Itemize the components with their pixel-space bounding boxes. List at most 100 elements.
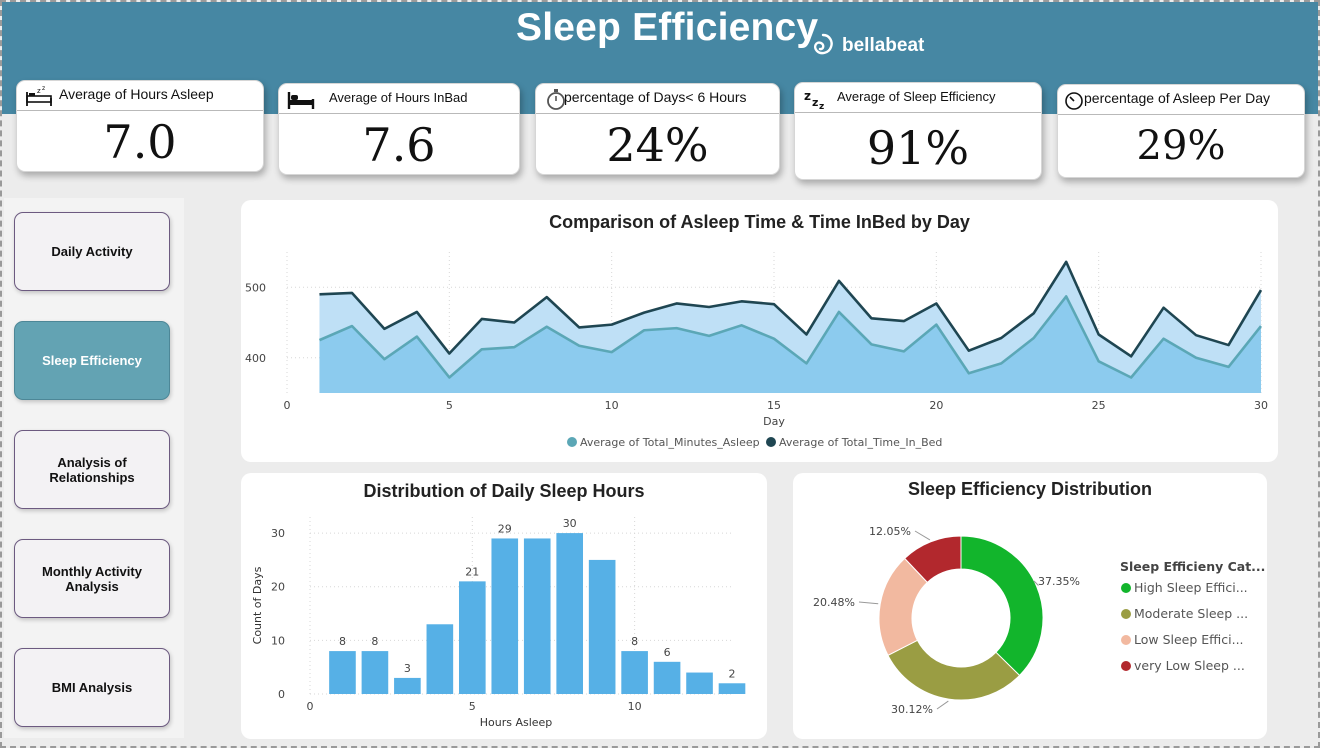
bar-data-label: 30 (563, 517, 577, 530)
bar-data-label: 3 (404, 662, 411, 675)
x-tick-label: 10 (605, 399, 619, 412)
nav-button-monthly-activity-analysis[interactable]: Monthly Activity Analysis (14, 539, 170, 618)
y-tick-label: 0 (278, 688, 285, 701)
donut-value-label: 20.48% (813, 596, 855, 609)
donut-leader-line (858, 601, 879, 605)
kpi-card-hours-asleep: z z Average of Hours Asleep 7.0 (16, 80, 264, 172)
kpi-label: percentage of Days< 6 Hours (564, 89, 747, 105)
donut-leader-line (914, 530, 931, 541)
histogram-bar (426, 624, 454, 694)
legend-label: very Low Sleep ... (1134, 658, 1245, 673)
histogram-bar (653, 661, 681, 694)
bar-data-label: 8 (631, 635, 638, 648)
y-tick-label: 10 (271, 634, 285, 647)
donut-chart: 37.35% 30.12% 20.48% 12.05% Sleep Efficieny … (813, 525, 1265, 716)
nav-button-daily-activity[interactable]: Daily Activity (14, 212, 170, 291)
x-axis-label: Hours Asleep (480, 716, 553, 729)
svg-text:z: z (819, 102, 824, 110)
area-chart: 0 5 10 15 20 25 30 400 500 DayAverage of Total_Mi… (245, 252, 1268, 449)
bar-chart: 0 10 20 30 0 5 10 8 8 3 21 29 30 8 6 2 Hours Asleep Count… (251, 517, 746, 729)
kpi-header: percentage of Days< 6 Hours (536, 84, 779, 114)
x-axis-label: Day (763, 415, 785, 428)
histogram-bar (361, 651, 389, 694)
x-tick-label: 30 (1254, 399, 1268, 412)
kpi-card-sleep-efficiency: z z z Average of Sleep Efficiency 91% (794, 82, 1042, 180)
histogram-bar (329, 651, 356, 694)
histogram-bar (458, 581, 486, 694)
histogram-bar (523, 538, 551, 694)
bar-data-label: 21 (465, 565, 479, 578)
svg-text:z: z (812, 96, 818, 109)
donut-leader-line (936, 700, 949, 710)
kpi-card-hours-inbed: Average of Hours InBad 7.6 (278, 83, 520, 175)
bed-icon (287, 92, 315, 109)
histogram-bar (686, 672, 713, 694)
y-tick-label: 20 (271, 581, 285, 594)
legend-marker (1121, 609, 1131, 619)
bar-data-label: 6 (664, 646, 671, 659)
kpi-header: z z Average of Hours Asleep (17, 81, 263, 111)
legend-marker (1121, 583, 1131, 593)
kpi-value: 29% (1136, 123, 1226, 169)
legend-label: High Sleep Effici... (1134, 580, 1248, 595)
legend-marker-inbed (766, 437, 776, 447)
svg-text:z: z (42, 85, 45, 92)
legend-label-asleep: Average of Total_Minutes_Asleep (580, 436, 760, 449)
page-title: Sleep Efficiency (516, 6, 819, 49)
nav-button-bmi-analysis[interactable]: BMI Analysis (14, 648, 170, 727)
histogram-bar (718, 683, 746, 694)
x-tick-label: 25 (1092, 399, 1106, 412)
bar-data-label: 2 (729, 667, 736, 680)
bar-data-label: 8 (339, 635, 346, 648)
histogram-bar (491, 538, 519, 694)
kpi-value: 91% (866, 121, 970, 175)
kpi-value: 24% (606, 118, 709, 172)
donut-value-label: 12.05% (869, 525, 911, 538)
legend-title: Sleep Efficieny Cat... (1120, 559, 1265, 574)
x-tick-label: 5 (469, 700, 476, 713)
histogram-bar (394, 677, 421, 694)
legend-label: Moderate Sleep ... (1134, 606, 1248, 621)
kpi-value: 7.0 (103, 115, 177, 169)
donut-slice (960, 535, 1044, 677)
x-tick-label: 10 (628, 700, 642, 713)
svg-text:z: z (37, 87, 41, 95)
y-tick-label: 500 (245, 281, 266, 294)
histogram-bar (621, 651, 648, 694)
legend-marker (1121, 661, 1131, 671)
kpi-label: percentage of Asleep Per Day (1084, 90, 1271, 106)
x-tick-label: 0 (284, 399, 291, 412)
x-tick-label: 20 (929, 399, 943, 412)
y-tick-label: 400 (245, 352, 266, 365)
legend-label: Low Sleep Effici... (1134, 632, 1244, 647)
kpi-card-days-under-6: percentage of Days< 6 Hours 24% (535, 83, 780, 175)
bed-zz-icon: z z (26, 85, 52, 106)
nav-button-sleep-efficiency[interactable]: Sleep Efficiency (14, 321, 170, 400)
kpi-value: 7.6 (362, 118, 436, 172)
donut-value-label: 37.35% (1038, 575, 1080, 588)
bar-data-label: 29 (498, 522, 512, 535)
zzz-icon: z z z (804, 89, 824, 110)
svg-text:z: z (804, 89, 811, 103)
y-tick-label: 30 (271, 527, 285, 540)
bellabeat-logo-icon (813, 33, 833, 55)
legend-label-inbed: Average of Total_Time_In_Bed (779, 436, 942, 449)
kpi-label: Average of Hours InBad (329, 90, 468, 105)
kpi-header: z z z Average of Sleep Efficiency (795, 83, 1041, 113)
bar-data-label: 8 (371, 635, 378, 648)
donut-value-label: 30.12% (891, 703, 933, 716)
y-axis-label: Count of Days (251, 566, 264, 644)
kpi-card-asleep-per-day: percentage of Asleep Per Day 29% (1057, 84, 1305, 178)
x-tick-label: 15 (767, 399, 781, 412)
kpi-label: Average of Hours Asleep (59, 86, 214, 102)
kpi-header: Average of Hours InBad (279, 84, 519, 114)
brand-name: bellabeat (842, 35, 925, 56)
kpi-label: Average of Sleep Efficiency (837, 89, 996, 104)
histogram-bar (556, 533, 584, 694)
kpi-header: percentage of Asleep Per Day (1058, 85, 1304, 115)
nav-button-analysis-of-relationships[interactable]: Analysis of Relationships (14, 430, 170, 509)
legend-marker (1121, 635, 1131, 645)
legend-marker-asleep (567, 437, 577, 447)
x-tick-label: 0 (307, 700, 314, 713)
x-tick-label: 5 (446, 399, 453, 412)
